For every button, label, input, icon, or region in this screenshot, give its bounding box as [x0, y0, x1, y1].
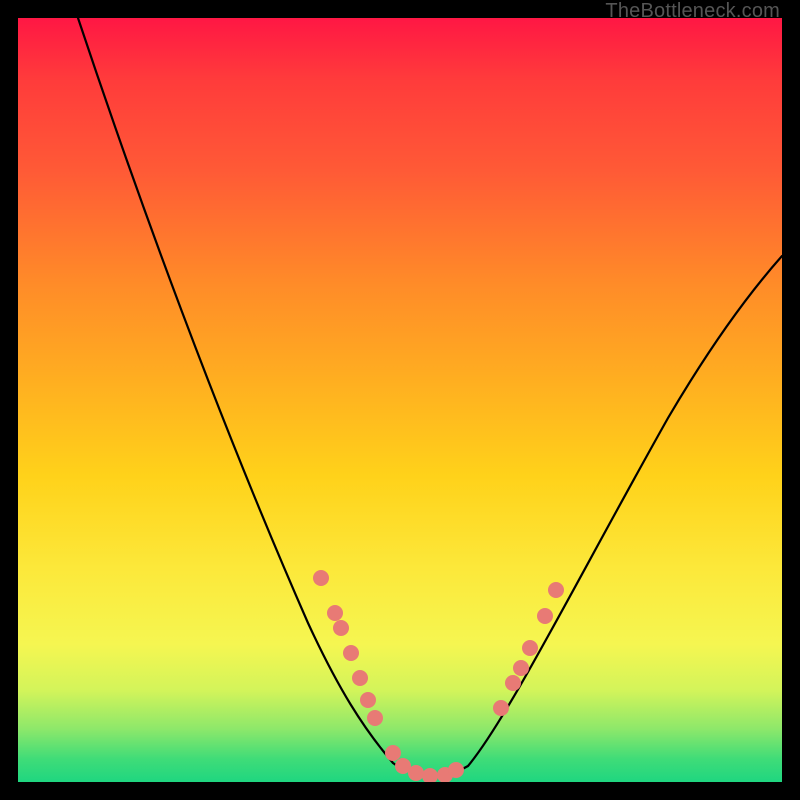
outer-frame: TheBottleneck.com: [0, 0, 800, 800]
watermark-text: TheBottleneck.com: [605, 0, 780, 23]
bottleneck-curve: [78, 18, 782, 775]
gradient-plot-area: [18, 18, 782, 782]
curve-layer: [18, 18, 782, 782]
